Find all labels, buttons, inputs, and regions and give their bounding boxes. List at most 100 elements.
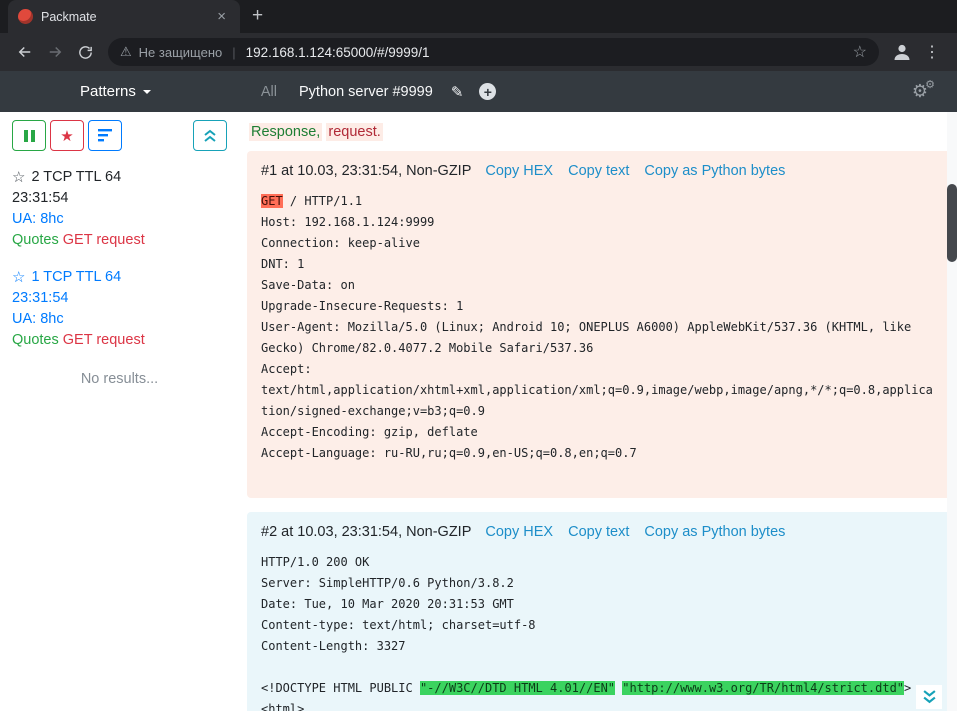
stream-user-agent: UA: 8hc [12,209,227,230]
pause-icon [24,130,35,142]
stream-user-agent: UA: 8hc [12,309,227,330]
packet-line: Upgrade-Insecure-Requests: 1 [261,296,937,317]
tab-title: Packmate [41,10,205,24]
packet-line: Accept: text/html,application/xhtml+xml,… [261,359,937,422]
stream-pattern-quotes: Quotes [12,332,59,348]
packet-line: User-Agent: Mozilla/5.0 (Linux; Android … [261,317,937,359]
packet-copy-links: Copy HEX Copy text Copy as Python bytes [485,524,785,540]
packet-line: <!DOCTYPE HTML PUBLIC "-//W3C//DTD HTML … [261,678,937,699]
copy-link-copy-as-python-bytes[interactable]: Copy as Python bytes [644,163,785,179]
packet-line: Date: Tue, 10 Mar 2020 20:31:53 GMT [261,594,937,615]
packet-line: Content-Length: 3327 [261,636,937,657]
stream-list: ☆ 2 TCP TTL 64 23:31:54 UA: 8hc Quotes G… [12,167,227,351]
avatar-icon [890,40,914,64]
legend-response: Response, [249,123,322,141]
stream-list-item[interactable]: ☆ 1 TCP TTL 64 23:31:54 UA: 8hc Quotes G… [12,267,227,351]
omnibox-separator: | [232,45,235,60]
double-chevron-down-icon [923,690,936,704]
packet-line: <html> [261,699,937,711]
stream-pattern-request: GET request [63,332,145,348]
legend-request: request. [326,123,382,141]
settings-button[interactable]: ⚙ ⚙ [912,81,928,102]
packet-line: GET / HTTP/1.1 [261,191,937,212]
forward-button[interactable] [40,37,70,67]
gear-small-icon: ⚙ [925,78,935,91]
scrollbar[interactable] [947,112,957,711]
stream-list-item[interactable]: ☆ 2 TCP TTL 64 23:31:54 UA: 8hc Quotes G… [12,167,227,251]
collapse-sidebar-button[interactable] [193,120,227,151]
packet-line: Content-type: text/html; charset=utf-8 [261,615,937,636]
packet-line: Connection: keep-alive [261,233,937,254]
favorite-star-icon[interactable]: ☆ [12,167,25,188]
copy-link-copy-text[interactable]: Copy text [568,163,629,179]
packet-copy-links: Copy HEX Copy text Copy as Python bytes [485,163,785,179]
patterns-label: Patterns [80,83,136,100]
double-chevron-up-icon [204,129,216,142]
browser-toolbar: ⚠ Не защищено | 192.168.1.124:65000/#/99… [0,33,957,71]
sidebar-toolbar: ★ [12,120,227,151]
browser-tab[interactable]: Packmate × [8,0,240,33]
browser-tabstrip: Packmate × + [0,0,957,33]
packet-line [261,464,937,485]
scroll-to-bottom-button[interactable] [916,685,942,709]
stream-title: 2 TCP TTL 64 [31,167,121,188]
patterns-dropdown[interactable]: Patterns [80,83,151,100]
packet-body: HTTP/1.0 200 OKServer: SimpleHTTP/0.6 Py… [261,552,937,711]
address-bar[interactable]: ⚠ Не защищено | 192.168.1.124:65000/#/99… [108,38,879,66]
favorite-star-icon[interactable]: ☆ [12,267,25,288]
stream-time: 23:31:54 [12,188,227,209]
filter-button[interactable] [88,120,122,151]
sidebar: ★ ☆ 2 TCP TTL 64 23:31:54 UA: 8hc Quotes… [0,112,237,711]
stream-time: 23:31:54 [12,288,227,309]
add-pattern-button[interactable]: + [479,83,496,100]
reload-icon [77,44,94,61]
warning-icon[interactable]: ⚠ [120,44,132,60]
packet-line: Save-Data: on [261,275,937,296]
content: ★ ☆ 2 TCP TTL 64 23:31:54 UA: 8hc Quotes… [0,112,957,711]
profile-button[interactable] [887,37,917,67]
close-tab-icon[interactable]: × [213,7,230,26]
forward-icon [46,43,64,61]
packet-line: Host: 192.168.1.124:9999 [261,212,937,233]
screen: Packmate × + ⚠ Не защищено | 192.168.1.1… [0,0,957,711]
copy-link-copy-hex[interactable]: Copy HEX [485,163,553,179]
stream-title: 1 TCP TTL 64 [31,267,121,288]
packet-header: #1 at 10.03, 23:31:54, Non-GZIP [261,163,471,179]
packet-line: Server: SimpleHTTP/0.6 Python/3.8.2 [261,573,937,594]
packet-line: DNT: 1 [261,254,937,275]
new-tab-button[interactable]: + [240,6,275,33]
browser-menu-button[interactable]: ⋮ [917,37,947,67]
copy-link-copy-as-python-bytes[interactable]: Copy as Python bytes [644,524,785,540]
back-icon [16,43,34,61]
packet-line: Accept-Encoding: gzip, deflate [261,422,937,443]
packet-line: Accept-Language: ru-RU,ru;q=0.9,en-US;q=… [261,443,937,464]
back-button[interactable] [10,37,40,67]
bookmark-star-icon[interactable]: ☆ [845,42,867,62]
packet-card: #1 at 10.03, 23:31:54, Non-GZIP Copy HEX… [247,151,951,498]
chevron-down-icon [143,90,151,94]
copy-link-copy-text[interactable]: Copy text [568,524,629,540]
tab-all[interactable]: All [261,84,277,100]
filter-lines-icon [98,129,112,142]
copy-link-copy-hex[interactable]: Copy HEX [485,524,553,540]
packet-card: #2 at 10.03, 23:31:54, Non-GZIP Copy HEX… [247,512,951,711]
stream-pattern-quotes: Quotes [12,232,59,248]
security-label[interactable]: Не защищено [139,45,223,60]
packet-header: #2 at 10.03, 23:31:54, Non-GZIP [261,524,471,540]
favorites-filter-button[interactable]: ★ [50,120,84,151]
edit-pencil-icon[interactable]: ✎ [451,83,464,101]
main-panel: Response, request. #1 at 10.03, 23:31:54… [237,112,957,711]
stream-pattern-request: GET request [63,232,145,248]
pause-capture-button[interactable] [12,120,46,151]
reload-button[interactable] [70,37,100,67]
patterns-legend: Response, request. [249,124,951,140]
url-text[interactable]: 192.168.1.124:65000/#/9999/1 [246,45,845,60]
app-navbar: Patterns All Python server #9999 ✎ + ⚙ ⚙ [0,71,957,112]
scrollbar-thumb[interactable] [947,184,957,262]
packet-body: GET / HTTP/1.1Host: 192.168.1.124:9999Co… [261,191,937,485]
tab-python-server[interactable]: Python server #9999 [299,84,433,100]
star-icon: ★ [60,127,73,145]
packet-list: #1 at 10.03, 23:31:54, Non-GZIP Copy HEX… [247,151,951,711]
packet-line: HTTP/1.0 200 OK [261,552,937,573]
packmate-favicon [18,9,33,24]
